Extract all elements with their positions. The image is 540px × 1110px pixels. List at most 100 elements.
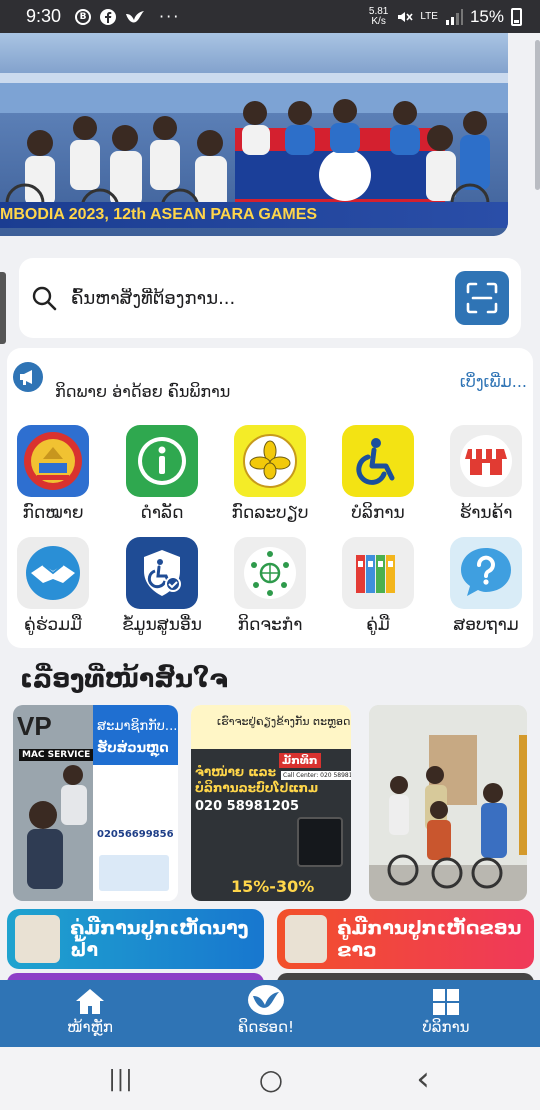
soft-headline: ເຮົາຈະຢູ່ຄຽງຂ້າງກັນ ຕະຫຼອດ bbox=[217, 715, 351, 728]
home-circle-icon: ○ bbox=[258, 1062, 284, 1096]
net-speed-value: 5.81 bbox=[368, 5, 389, 17]
edge-panel-handle[interactable] bbox=[0, 272, 6, 344]
status-more: ··· bbox=[159, 7, 181, 26]
bottom-nav: ໜ້າຫຼັກ ຄິດຮອດ! ບໍລິການ bbox=[0, 980, 540, 1047]
mac-headline: ສະມາຊິກກັບ... bbox=[97, 719, 178, 734]
featured-title: ເລື່ອງທີ່ໜ້າສົນໃຈ bbox=[20, 664, 228, 693]
nav-services[interactable]: ບໍລິການ bbox=[396, 980, 496, 1047]
service-label: ກົດໝາຍ bbox=[22, 503, 84, 523]
battery-icon bbox=[511, 7, 522, 26]
guide-label: ຄູ່ມືການປູກເຫັດຂອນຂາວ bbox=[337, 917, 522, 961]
lao-emblem-icon bbox=[17, 425, 89, 497]
guide-white-mushroom[interactable]: ຄູ່ມືການປູກເຫັດຂອນຂາວ bbox=[277, 909, 534, 969]
banner-photo bbox=[0, 73, 508, 223]
service-regulation[interactable]: ກົດລະບຽບ bbox=[220, 425, 320, 523]
search-bar bbox=[19, 258, 521, 338]
news-title: ກິດພາຍ ອ່າດ້ອຍ ຄົນພິການ bbox=[55, 382, 231, 401]
nav-label: ບໍລິການ bbox=[422, 1018, 470, 1036]
service-label: ຮ້ານຄ້າ bbox=[459, 503, 513, 523]
mac-brand: VP bbox=[17, 711, 52, 741]
mute-icon bbox=[398, 11, 413, 22]
nav-label: ໜ້າຫຼັກ bbox=[67, 1018, 113, 1036]
service-store[interactable]: ຮ້ານຄ້າ bbox=[436, 425, 536, 523]
system-nav: ||| ○ ‹ bbox=[0, 1047, 540, 1110]
see-more-link[interactable]: ເບິ່ງເພີ່ມ... bbox=[460, 372, 527, 391]
member-card-image bbox=[99, 855, 169, 891]
service-label: ສອບຖາມ bbox=[453, 615, 519, 635]
services-card: ກິດພາຍ ອ່າດ້ອຍ ຄົນພິການ ເບິ່ງເພີ່ມ... ກົ… bbox=[7, 348, 533, 648]
scan-icon bbox=[466, 282, 498, 314]
soft-discount: 15%-30% bbox=[231, 877, 315, 896]
service-manual[interactable]: ຄູ່ມື bbox=[328, 537, 428, 635]
service-services[interactable]: ບໍລິການ bbox=[328, 425, 428, 523]
bird-logo-icon bbox=[216, 980, 316, 1016]
status-right: 5.81 K/s LTE 15% bbox=[368, 5, 522, 27]
net-speed: 5.81 K/s bbox=[368, 5, 389, 27]
soft-call-center: Call Center: 020 58981205 bbox=[281, 771, 351, 780]
search-input[interactable] bbox=[71, 287, 455, 309]
binders-icon bbox=[342, 537, 414, 609]
service-partners[interactable]: ຄູ່ຮ່ວມມື bbox=[3, 537, 103, 635]
flower-seal-icon bbox=[234, 425, 306, 497]
recents-icon: ||| bbox=[108, 1066, 134, 1092]
wheelchair-icon bbox=[342, 425, 414, 497]
service-label: ຂໍ້ມູນສູນອື່ນ bbox=[122, 615, 202, 635]
nav-home[interactable]: ໜ້າຫຼັກ bbox=[40, 980, 140, 1047]
mac-shop-name: MAC SERVICE bbox=[19, 749, 94, 761]
service-inquiry[interactable]: ສອບຖາມ bbox=[436, 537, 536, 635]
store-icon bbox=[450, 425, 522, 497]
mushroom-thumb bbox=[285, 915, 328, 963]
grid-icon bbox=[396, 980, 496, 1016]
status-left-icons: B bbox=[75, 8, 145, 26]
guide-label: ຄູ່ມືການປູກເຫັດນາງຟ້າ bbox=[70, 917, 249, 961]
nav-miss[interactable]: ຄິດຮອດ! bbox=[216, 980, 316, 1047]
home-button[interactable]: ○ bbox=[256, 1062, 286, 1096]
banner-caption: MBODIA 2023, 12th ASEAN PARA GAMES bbox=[0, 202, 508, 228]
service-label: ຄູ່ມື bbox=[366, 615, 390, 635]
net-speed-unit: K/s bbox=[371, 15, 386, 27]
back-button[interactable]: ‹ bbox=[408, 1059, 438, 1099]
facebook-icon bbox=[100, 8, 117, 25]
question-bubble-icon bbox=[450, 537, 522, 609]
banner-scroll-indicator bbox=[535, 40, 540, 190]
scan-button[interactable] bbox=[455, 271, 509, 325]
featured-card-photo[interactable] bbox=[369, 705, 527, 901]
mac-headline-bg bbox=[93, 705, 178, 765]
soft-line1: ຈຳໜ່າຍ ແລະ bbox=[195, 765, 277, 779]
search-icon bbox=[32, 286, 57, 311]
status-bar: 9:30 B ··· 5.81 K/s LTE 15% bbox=[0, 0, 540, 33]
service-label: ກົດລະບຽບ bbox=[231, 503, 309, 523]
soft-brand: ມັກທິກ bbox=[279, 753, 321, 768]
service-label: ບໍລິການ bbox=[351, 503, 405, 523]
megaphone-icon bbox=[13, 362, 43, 392]
hero-banner[interactable]: MBODIA 2023, 12th ASEAN PARA GAMES bbox=[0, 33, 508, 236]
service-label: ດໍາລັດ bbox=[140, 503, 184, 523]
b-circle-icon: B bbox=[75, 8, 92, 25]
featured-card-software[interactable]: ເຮົາຈະຢູ່ຄຽງຂ້າງກັນ ຕະຫຼອດ ຈຳໜ່າຍ ແລະ ບໍ… bbox=[191, 705, 351, 901]
community-photo bbox=[369, 705, 527, 901]
bird-app-icon bbox=[126, 10, 145, 23]
back-icon: ‹ bbox=[416, 1059, 430, 1099]
status-time: 9:30 bbox=[26, 6, 62, 26]
featured-card-mac-service[interactable]: VP MAC SERVICE ສະມາຊິກກັບ... ຮັບສ່ວນຫຼຸດ… bbox=[13, 705, 178, 901]
signal-icon bbox=[445, 8, 463, 25]
battery-percent: 15% bbox=[469, 6, 504, 26]
service-label: ກິດຈະກໍາ bbox=[237, 615, 303, 635]
info-icon bbox=[126, 425, 198, 497]
soft-line2: ບໍລິການລະບົບໂປແກມ bbox=[195, 781, 319, 795]
soft-phone: 020 58981205 bbox=[195, 799, 300, 814]
recents-button[interactable]: ||| bbox=[106, 1064, 136, 1094]
service-activities[interactable]: ກິດຈະກໍາ bbox=[220, 537, 320, 635]
shield-wheelchair-icon bbox=[126, 537, 198, 609]
guide-oyster-mushroom[interactable]: ຄູ່ມືການປູກເຫັດນາງຟ້າ bbox=[7, 909, 264, 969]
service-law[interactable]: ກົດໝາຍ bbox=[3, 425, 103, 523]
news-row[interactable]: ກິດພາຍ ອ່າດ້ອຍ ຄົນພິການ ເບິ່ງເພີ່ມ... bbox=[13, 358, 527, 402]
service-decree[interactable]: ດໍາລັດ bbox=[112, 425, 212, 523]
network-type: LTE bbox=[420, 11, 438, 22]
handshake-icon bbox=[17, 537, 89, 609]
home-icon bbox=[40, 980, 140, 1016]
service-other-centers[interactable]: ຂໍ້ມູນສູນອື່ນ bbox=[112, 537, 212, 635]
mushroom-thumb bbox=[15, 915, 61, 963]
tablet-image bbox=[297, 817, 343, 867]
mac-subhead: ຮັບສ່ວນຫຼຸດ bbox=[97, 741, 169, 756]
